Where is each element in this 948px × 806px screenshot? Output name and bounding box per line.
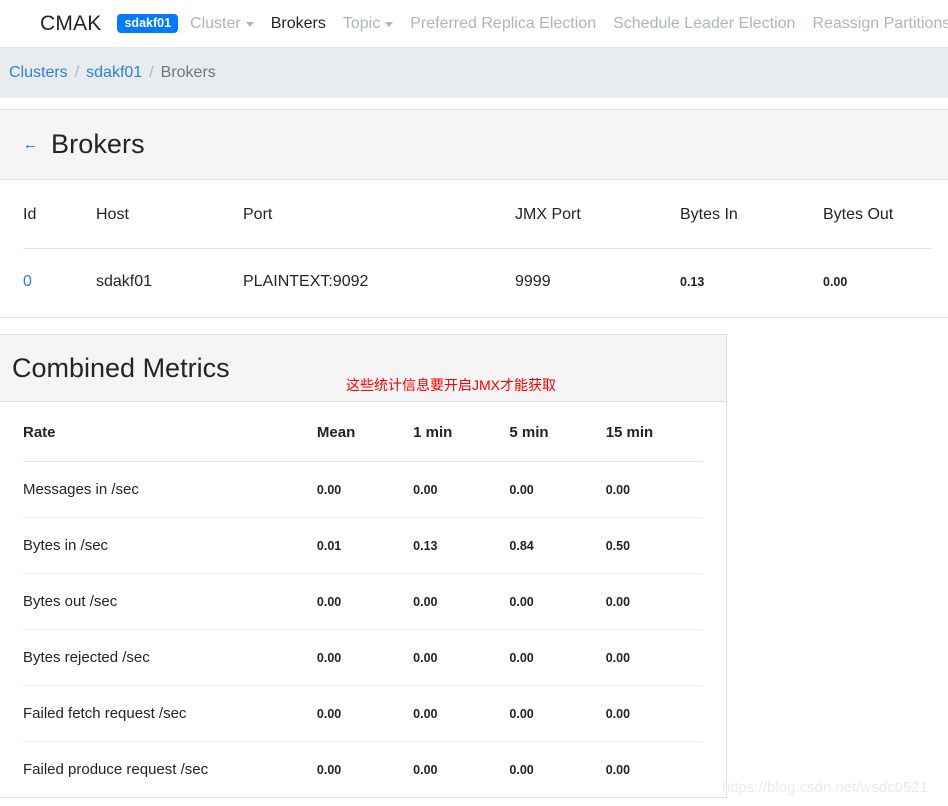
column-header-host: Host bbox=[96, 180, 243, 249]
combined-metrics-title: Combined Metrics bbox=[12, 352, 230, 383]
broker-jmx-port-cell: 9999 bbox=[515, 273, 551, 290]
brokers-table: Id Host Port JMX Port Bytes In Bytes Out… bbox=[23, 180, 932, 317]
metric-rate-label: Messages in /sec bbox=[23, 461, 317, 518]
combined-metrics-table: Rate Mean 1 min 5 min 15 min Messages in… bbox=[23, 402, 702, 797]
back-arrow-icon[interactable]: ← bbox=[23, 137, 38, 152]
metric-mean-value: 0.01 bbox=[316, 517, 414, 574]
metric-5min-value: 0.00 bbox=[509, 461, 606, 518]
metric-1min-value: 0.00 bbox=[413, 629, 510, 686]
nav-item-label: Preferred Replica Election bbox=[410, 14, 597, 32]
breadcrumb-separator: / bbox=[149, 64, 154, 81]
metric-5min-value: 0.84 bbox=[509, 517, 606, 574]
broker-bytes-out-cell: 0.00 bbox=[823, 275, 848, 289]
brokers-card-body: Id Host Port JMX Port Bytes In Bytes Out… bbox=[0, 180, 948, 317]
metric-1min-value: 0.13 bbox=[413, 517, 510, 574]
metric-5min-value: 0.00 bbox=[509, 573, 606, 630]
column-header-rate: Rate bbox=[23, 402, 317, 462]
nav-item-label: Reassign Partitions bbox=[812, 14, 948, 32]
broker-id-link[interactable]: 0 bbox=[23, 273, 32, 290]
column-header-mean: Mean bbox=[316, 402, 414, 462]
watermark: https://blog.csdn.net/wsdc0521 bbox=[722, 779, 928, 796]
metric-1min-value: 0.00 bbox=[413, 573, 510, 630]
brokers-card-header: ← Brokers bbox=[0, 110, 948, 180]
table-row: Messages in /sec 0.00 0.00 0.00 0.00 bbox=[23, 461, 702, 518]
table-row: Bytes rejected /sec 0.00 0.00 0.00 0.00 bbox=[23, 629, 702, 686]
broker-id-cell: 0 bbox=[23, 249, 96, 318]
breadcrumb-item-clusters[interactable]: Clusters bbox=[9, 64, 68, 82]
app-brand[interactable]: CMAK bbox=[40, 12, 101, 36]
metric-rate-label: Bytes out /sec bbox=[23, 573, 317, 630]
nav-item-schedule-leader-election[interactable]: Schedule Leader Election bbox=[613, 15, 795, 33]
combined-metrics-card: Combined Metrics 这些统计信息要开启JMX才能获取 Rate M… bbox=[0, 334, 727, 798]
breadcrumb-separator: / bbox=[74, 64, 80, 81]
column-header-id: Id bbox=[23, 180, 96, 249]
table-row: Bytes in /sec 0.01 0.13 0.84 0.50 bbox=[23, 517, 702, 574]
breadcrumb: Clusters / sdakf01 / Brokers bbox=[0, 48, 948, 98]
brokers-card: ← Brokers Id Host Port JMX Port Bytes In… bbox=[0, 109, 948, 318]
metric-mean-value: 0.00 bbox=[316, 685, 414, 742]
metric-mean-value: 0.00 bbox=[316, 461, 414, 518]
metric-15min-value: 0.50 bbox=[605, 517, 702, 574]
breadcrumb-item-brokers: Brokers bbox=[160, 64, 216, 81]
column-header-bytes-in: Bytes In bbox=[680, 180, 823, 249]
nav-item-brokers[interactable]: Brokers bbox=[271, 15, 326, 33]
column-header-bytes-out: Bytes Out bbox=[823, 180, 932, 249]
metric-5min-value: 0.00 bbox=[509, 685, 606, 742]
column-header-15min: 15 min bbox=[605, 402, 702, 462]
chevron-down-icon bbox=[385, 22, 394, 27]
chevron-down-icon bbox=[245, 22, 254, 27]
metric-5min-value: 0.00 bbox=[509, 762, 534, 777]
combined-metrics-body: Rate Mean 1 min 5 min 15 min Messages in… bbox=[0, 402, 726, 797]
nav-item-label: Topic bbox=[342, 14, 381, 32]
broker-bytes-in-cell: 0.13 bbox=[680, 275, 705, 289]
nav-item-cluster[interactable]: Cluster bbox=[190, 15, 254, 33]
column-header-jmx-port: JMX Port bbox=[515, 180, 680, 249]
metric-15min-value: 0.00 bbox=[605, 685, 702, 742]
column-header-1min: 1 min bbox=[413, 402, 510, 462]
combined-metrics-header: Combined Metrics 这些统计信息要开启JMX才能获取 bbox=[0, 335, 726, 402]
broker-port-cell: PLAINTEXT:9092 bbox=[243, 273, 369, 290]
navbar: CMAK sdakf01 Cluster Brokers Topic Prefe… bbox=[0, 0, 948, 48]
metric-5min-value: 0.00 bbox=[509, 629, 606, 686]
metric-1min-value: 0.00 bbox=[413, 685, 510, 742]
cluster-badge[interactable]: sdakf01 bbox=[117, 13, 179, 34]
table-row: Failed produce request /sec 0.00 0.00 0.… bbox=[23, 742, 702, 798]
metric-15min-value: 0.00 bbox=[605, 629, 702, 686]
metric-15min-value: 0.00 bbox=[605, 461, 702, 518]
metric-rate-label: Failed produce request /sec bbox=[23, 761, 209, 778]
metric-15min-value: 0.00 bbox=[605, 573, 702, 630]
table-row: Failed fetch request /sec 0.00 0.00 0.00… bbox=[23, 685, 702, 742]
metric-1min-value: 0.00 bbox=[413, 762, 438, 777]
table-header-row: Id Host Port JMX Port Bytes In Bytes Out bbox=[23, 180, 932, 249]
metric-15min-value: 0.00 bbox=[605, 762, 631, 777]
breadcrumb-item-sdakf01[interactable]: sdakf01 bbox=[86, 64, 142, 82]
nav-item-label: Brokers bbox=[270, 14, 326, 32]
metric-rate-label: Bytes rejected /sec bbox=[23, 629, 317, 686]
page-title: Brokers bbox=[51, 129, 145, 159]
nav-item-topic[interactable]: Topic bbox=[342, 14, 394, 33]
nav-item-label: Schedule Leader Election bbox=[613, 14, 796, 32]
table-header-row: Rate Mean 1 min 5 min 15 min bbox=[23, 402, 702, 462]
metric-rate-label: Bytes in /sec bbox=[23, 517, 317, 574]
column-header-port: Port bbox=[243, 180, 515, 249]
column-header-5min: 5 min bbox=[509, 402, 606, 462]
metric-mean-value: 0.00 bbox=[316, 762, 342, 777]
nav-item-reassign-partitions[interactable]: Reassign Partitions bbox=[812, 15, 948, 33]
metric-mean-value: 0.00 bbox=[316, 629, 414, 686]
jmx-annotation-note: 这些统计信息要开启JMX才能获取 bbox=[346, 377, 556, 393]
table-row: Bytes out /sec 0.00 0.00 0.00 0.00 bbox=[23, 573, 702, 630]
broker-host-cell: sdakf01 bbox=[96, 273, 153, 290]
table-row: 0 sdakf01 PLAINTEXT:9092 9999 0.13 0.00 bbox=[23, 249, 932, 318]
metric-rate-label: Failed fetch request /sec bbox=[23, 685, 317, 742]
metric-mean-value: 0.00 bbox=[316, 573, 414, 630]
metric-1min-value: 0.00 bbox=[413, 461, 510, 518]
nav-item-preferred-replica-election[interactable]: Preferred Replica Election bbox=[410, 15, 596, 33]
nav-item-label: Cluster bbox=[190, 14, 241, 32]
